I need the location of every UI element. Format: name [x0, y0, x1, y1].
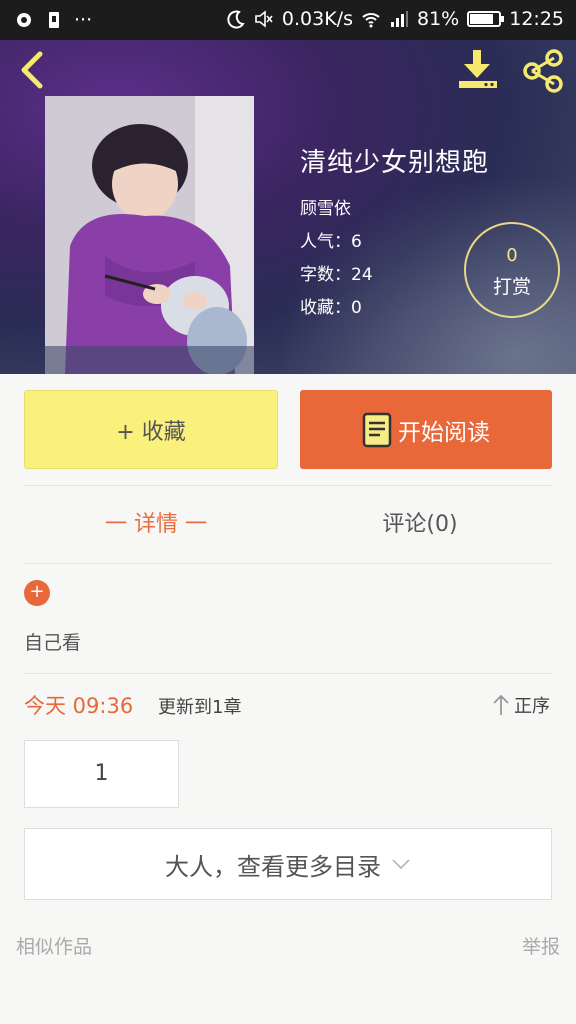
sort-label: 正序	[514, 696, 550, 717]
book-info: 清纯少女别想跑 顾雪依 人气：6 字数：24 收藏：0	[300, 142, 489, 325]
divider	[24, 563, 552, 564]
update-text: 更新到1章	[158, 697, 242, 718]
start-reading-button[interactable]: 开始阅读	[300, 390, 552, 469]
book-favorites: 收藏：0	[300, 298, 362, 318]
chevron-down-icon	[392, 859, 410, 870]
book-description: 自己看	[24, 632, 82, 654]
sim-icon	[49, 12, 59, 28]
more-catalog-button[interactable]: 大人，查看更多目录	[24, 828, 552, 900]
update-time: 今天 09:36	[24, 694, 134, 718]
battery-icon	[467, 11, 505, 27]
book-title: 清纯少女别想跑	[300, 148, 490, 178]
moon-icon	[227, 10, 245, 29]
more-catalog-label: 大人，查看更多目录	[165, 852, 381, 881]
battery-percent: 81%	[417, 8, 460, 30]
signal-icon	[391, 11, 408, 27]
share-icon[interactable]	[520, 48, 566, 94]
wifi-icon	[362, 13, 380, 28]
download-icon[interactable]	[456, 48, 500, 90]
update-row: 今天 09:36 更新到1章 正序	[24, 690, 552, 722]
sort-button[interactable]: 正序	[492, 692, 550, 718]
chapter-item[interactable]: 1	[24, 740, 179, 808]
more-dots: ···	[74, 9, 93, 31]
reward-label: 打赏	[492, 276, 531, 298]
book-icon	[362, 412, 392, 447]
mute-icon	[255, 10, 273, 28]
divider	[24, 673, 552, 674]
tab-comments[interactable]: 评论(0)	[288, 500, 552, 550]
report-button[interactable]: 举报	[522, 932, 560, 959]
tab-detail[interactable]: 一 详情 一	[24, 500, 288, 550]
status-bar: ··· 0.03K/s 81% 12:25	[0, 0, 576, 40]
book-header: 清纯少女别想跑 顾雪依 人气：6 字数：24 收藏：0 0 打赏	[0, 40, 576, 374]
reward-count: 0	[506, 245, 518, 266]
collect-button[interactable]: + 收藏	[24, 390, 278, 469]
collect-label: + 收藏	[116, 419, 186, 445]
network-speed: 0.03K/s	[281, 8, 353, 30]
expand-button[interactable]: +	[24, 580, 50, 606]
cover-illustration	[45, 96, 254, 374]
reward-button[interactable]: 0 打赏	[464, 222, 560, 318]
back-icon[interactable]	[14, 50, 50, 90]
book-author[interactable]: 顾雪依	[300, 193, 489, 226]
book-popularity: 人气：6	[300, 232, 362, 252]
book-cover[interactable]	[45, 96, 254, 374]
book-word-count: 字数：24	[300, 265, 373, 285]
notification-icon	[17, 13, 31, 27]
clock: 12:25	[509, 8, 564, 30]
divider	[24, 485, 552, 486]
similar-works-label: 相似作品	[16, 936, 93, 958]
start-reading-label: 开始阅读	[398, 419, 490, 446]
arrow-up-icon	[493, 694, 509, 715]
